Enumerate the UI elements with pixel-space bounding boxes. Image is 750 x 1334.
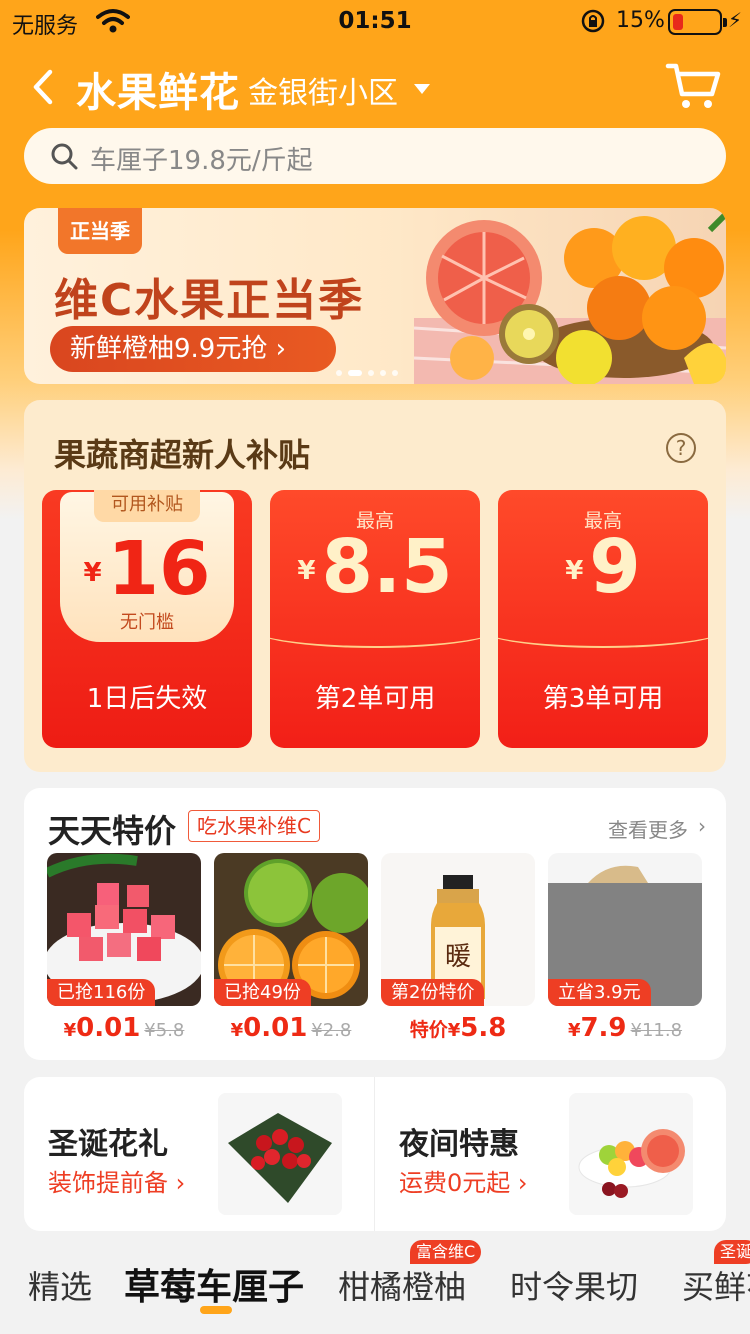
coupon-amount: ¥9 — [565, 524, 641, 610]
status-bar: 无服务 01:51 15% ⚡ — [0, 0, 750, 44]
tab-citrus[interactable]: 柑橘橙柚 富含维C — [338, 1240, 482, 1308]
bouquet-image — [218, 1093, 342, 1215]
chevron-right-icon[interactable]: › — [698, 814, 706, 838]
coupon-condition: 1日后失效 — [86, 684, 208, 714]
product-label: 已抢116份 — [47, 979, 156, 1006]
tab-flowers[interactable]: 买鲜花 圣诞 — [682, 1240, 750, 1308]
product-price: ¥0.01 ¥5.8 — [63, 1013, 185, 1043]
season-badge: 正当季 — [58, 208, 142, 254]
promo-christmas-flowers[interactable]: 圣诞花礼 装饰提前备 › — [24, 1077, 374, 1231]
coupon-condition: 第3单可用 — [542, 684, 664, 714]
promo-title: 圣诞花礼 — [48, 1127, 168, 1162]
help-icon[interactable]: ? — [666, 433, 696, 463]
section-title: 天天特价 — [48, 812, 177, 850]
search-placeholder: 车厘子19.8元/斤起 — [90, 146, 313, 176]
category-tabs: 精选 草莓车厘子 柑橘橙柚 富含维C 时令果切 买鲜花 圣诞 — [0, 1240, 750, 1334]
coupon-note: 无门槛 — [120, 612, 174, 633]
coupon-tag: 可用补贴 — [94, 490, 200, 522]
page-title: 水果鲜花 — [76, 70, 240, 116]
fruit-platter-image — [569, 1093, 693, 1215]
coupon-card[interactable]: 可用补贴 ¥16 无门槛 1日后失效 — [42, 490, 252, 748]
search-icon — [51, 143, 78, 170]
coupon-divider — [498, 608, 708, 648]
tab-featured[interactable]: 精选 — [28, 1262, 92, 1308]
product-label: 已抢49份 — [214, 979, 311, 1006]
chevron-down-icon[interactable] — [414, 84, 430, 94]
promo-subtitle: 装饰提前备 › — [48, 1169, 186, 1197]
deals-tagline: 吃水果补维C — [188, 810, 320, 842]
active-tab-indicator — [200, 1306, 232, 1314]
banner-cta-button[interactable]: 新鲜橙柚9.9元抢 › — [50, 326, 336, 372]
tab-badge: 富含维C — [410, 1240, 482, 1264]
coupon-card[interactable]: 最高 ¥8.5 第2单可用 — [270, 490, 480, 748]
cart-icon[interactable] — [664, 58, 722, 112]
product-label: 立省3.9元 — [548, 979, 651, 1006]
coupon-condition: 第2单可用 — [314, 684, 436, 714]
svg-text:暖: 暖 — [445, 942, 471, 972]
product-label: 第2份特价 — [381, 979, 485, 1006]
section-title: 果蔬商超新人补贴 — [54, 436, 311, 474]
promo-title: 夜间特惠 — [399, 1127, 519, 1162]
coupon-divider — [270, 608, 480, 648]
search-bar[interactable]: 车厘子19.8元/斤起 — [24, 128, 726, 184]
daily-deals-section: 天天特价 吃水果补维C 查看更多 › 已抢116份 ¥0.01 ¥5.8 已抢49… — [24, 788, 726, 1060]
tab-cut-fruit[interactable]: 时令果切 — [510, 1262, 638, 1308]
banner-headline: 维C水果正当季 — [54, 275, 365, 326]
tab-badge: 圣诞 — [714, 1240, 750, 1264]
back-icon[interactable] — [28, 62, 58, 112]
coupon-card[interactable]: 最高 ¥9 第3单可用 — [498, 490, 708, 748]
nav-bar: 水果鲜花 金银街小区 — [0, 52, 750, 122]
carousel-indicator — [336, 370, 404, 378]
product-price: ¥0.01 ¥2.8 — [230, 1013, 352, 1043]
charging-icon: ⚡ — [728, 8, 743, 32]
battery-percent: 15% — [616, 8, 665, 33]
promo-banner[interactable]: 正当季 维C水果正当季 新鲜橙柚9.9元抢 › — [24, 208, 726, 384]
promo-row: 圣诞花礼 装饰提前备 › 夜间特惠 运费0元起 › — [24, 1077, 726, 1231]
new-user-subsidy-section: 果蔬商超新人补贴 ? 可用补贴 ¥16 无门槛 1日后失效 最高 ¥8.5 第2… — [24, 400, 726, 772]
product-price: ¥7.9 ¥11.8 — [567, 1013, 683, 1043]
promo-night-deals[interactable]: 夜间特惠 运费0元起 › — [375, 1077, 725, 1231]
battery-icon — [668, 9, 727, 35]
product-price: 特价¥5.8 — [409, 1013, 507, 1043]
coupon-amount: ¥8.5 — [297, 524, 453, 610]
fruit-basket-image — [414, 211, 726, 384]
rotation-lock-icon — [581, 9, 605, 33]
view-more-link[interactable]: 查看更多 — [608, 814, 688, 843]
promo-subtitle: 运费0元起 › — [399, 1169, 528, 1197]
coupon-amount: ¥16 — [83, 526, 211, 612]
community-selector[interactable]: 金银街小区 — [248, 68, 398, 112]
tab-strawberry-cherry[interactable]: 草莓车厘子 — [124, 1258, 304, 1310]
